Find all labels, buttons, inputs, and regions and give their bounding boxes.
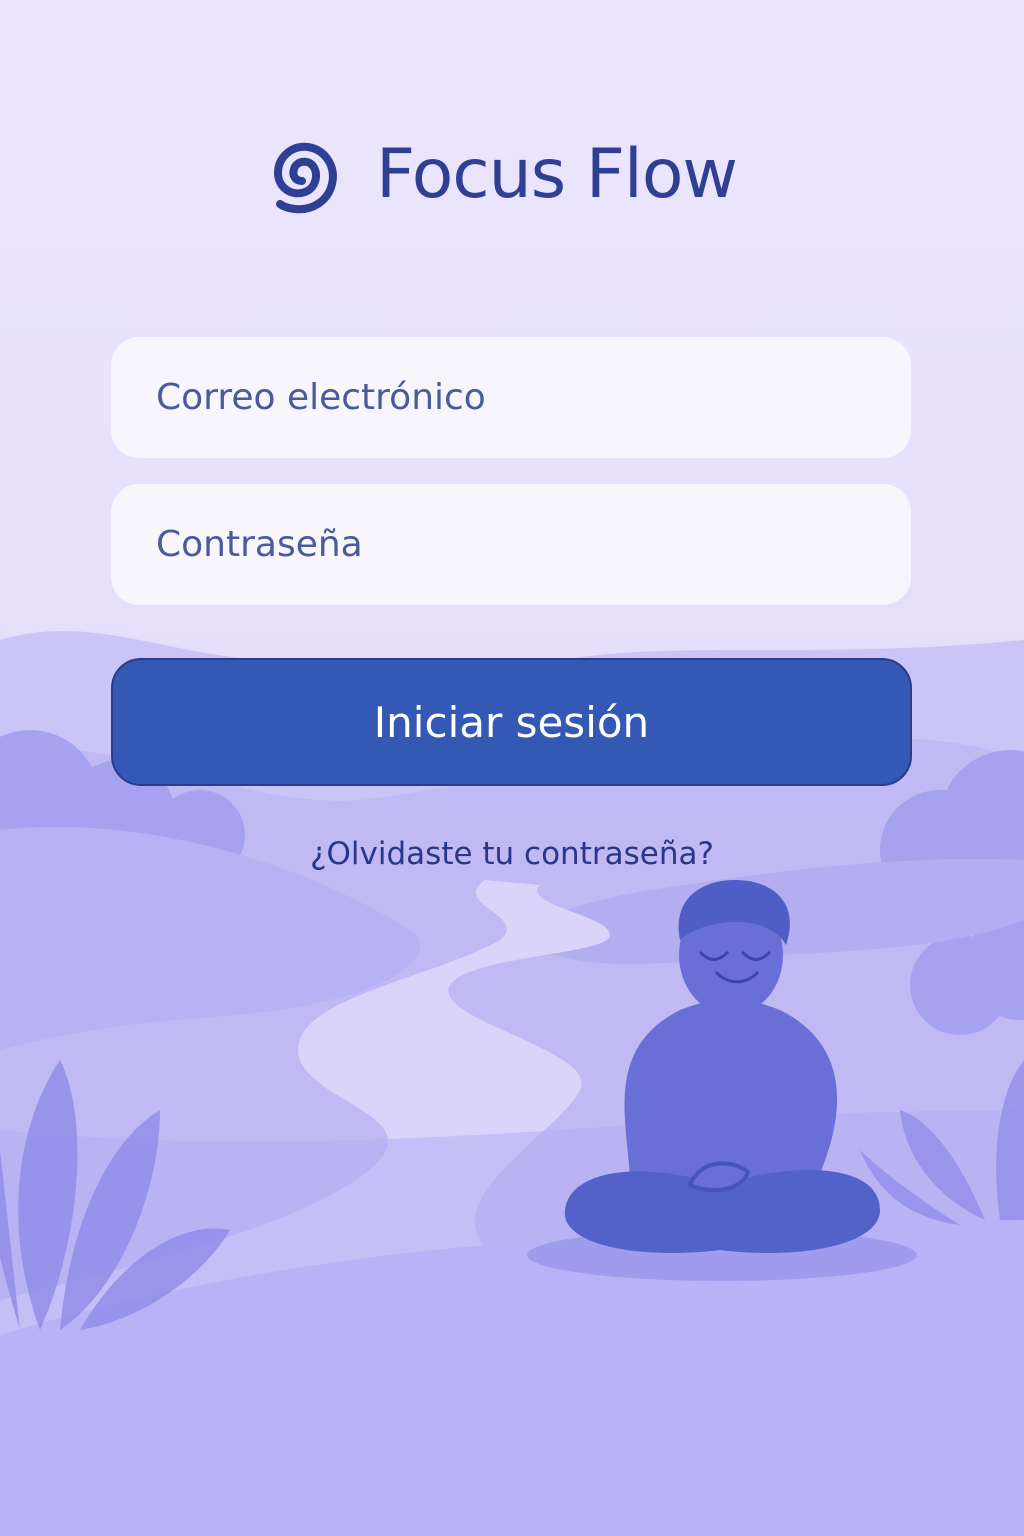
brand-header: Focus Flow: [250, 120, 738, 230]
forgot-password-link[interactable]: ¿Olvidaste tu contraseña?: [0, 836, 1024, 873]
email-input[interactable]: [111, 337, 911, 458]
spiral-logo-icon: [274, 142, 337, 214]
password-input[interactable]: [111, 484, 911, 605]
app-name: Focus Flow: [376, 135, 738, 214]
login-button[interactable]: Iniciar sesión: [111, 658, 912, 786]
